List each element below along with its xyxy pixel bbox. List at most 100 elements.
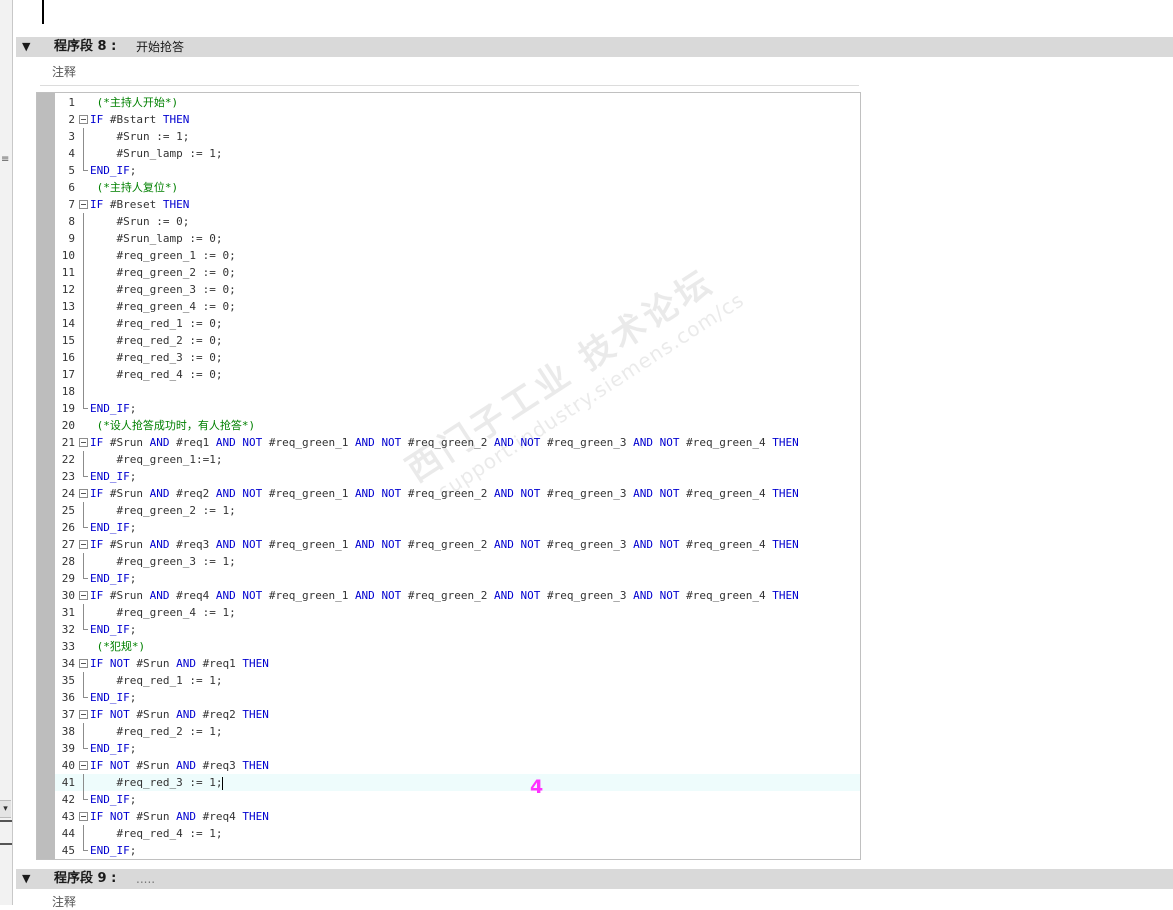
fold-toggle-icon[interactable] bbox=[79, 200, 88, 209]
code-text: #req_red_3 := 1; bbox=[90, 776, 224, 790]
scl-code-editor[interactable]: 1 (*主持人开始*) 2 IF #Bstart THEN 3 #Srun := 1;… bbox=[36, 92, 861, 860]
code-text: (*主持人复位*) bbox=[90, 181, 179, 194]
code-line[interactable]: 38 #req_red_2 := 1; bbox=[55, 723, 860, 740]
code-line[interactable]: 19 END_IF; bbox=[55, 400, 860, 417]
code-line[interactable]: 17 #req_red_4 := 0; bbox=[55, 366, 860, 383]
line-number: 3 bbox=[68, 130, 75, 143]
code-line[interactable]: 22 #req_green_1:=1; bbox=[55, 451, 860, 468]
line-number: 22 bbox=[61, 453, 75, 466]
code-line[interactable]: 8 #Srun := 0; bbox=[55, 213, 860, 230]
fold-toggle-icon[interactable] bbox=[79, 761, 88, 770]
grip-icon[interactable]: ≡ bbox=[1, 155, 10, 172]
fold-guide bbox=[83, 213, 84, 230]
code-line[interactable]: 3 #Srun := 1; bbox=[55, 128, 860, 145]
code-line[interactable]: 27 IF #Srun AND #req3 AND NOT #req_green_… bbox=[55, 536, 860, 553]
network-name[interactable]: 开始抢答 bbox=[136, 37, 184, 57]
code-line[interactable]: 42 END_IF; bbox=[55, 791, 860, 808]
network-comment[interactable]: 注释 bbox=[52, 63, 76, 80]
line-number: 25 bbox=[61, 504, 75, 517]
fold-guide bbox=[83, 774, 84, 791]
code-line[interactable]: 29 END_IF; bbox=[55, 570, 860, 587]
code-text: #req_green_1:=1; bbox=[90, 453, 223, 466]
code-line[interactable]: 39 END_IF; bbox=[55, 740, 860, 757]
code-line[interactable]: 35 #req_red_1 := 1; bbox=[55, 672, 860, 689]
code-line[interactable]: 45 END_IF; bbox=[55, 842, 860, 859]
code-line[interactable]: 18 bbox=[55, 383, 860, 400]
code-line[interactable]: 44 #req_red_4 := 1; bbox=[55, 825, 860, 842]
code-line[interactable]: 12 #req_green_3 := 0; bbox=[55, 281, 860, 298]
code-line[interactable]: 9 #Srun_lamp := 0; bbox=[55, 230, 860, 247]
code-line[interactable]: 28 #req_green_3 := 1; bbox=[55, 553, 860, 570]
network-name[interactable]: ..... bbox=[136, 869, 155, 889]
line-number: 42 bbox=[61, 793, 75, 806]
fold-guide-end bbox=[83, 162, 88, 171]
code-text: IF NOT #Srun AND #req2 THEN bbox=[90, 708, 269, 721]
code-text: #req_green_1 := 0; bbox=[90, 249, 236, 262]
code-line[interactable]: 30 IF #Srun AND #req4 AND NOT #req_green_… bbox=[55, 587, 860, 604]
line-number: 45 bbox=[61, 844, 75, 857]
code-line[interactable]: 41 #req_red_3 := 1; bbox=[55, 774, 860, 791]
collapse-triangle-icon[interactable]: ▼ bbox=[22, 869, 34, 889]
line-number: 44 bbox=[61, 827, 75, 840]
line-number: 26 bbox=[61, 521, 75, 534]
code-line[interactable]: 26 END_IF; bbox=[55, 519, 860, 536]
code-line[interactable]: 13 #req_green_4 := 0; bbox=[55, 298, 860, 315]
fold-guide bbox=[83, 281, 84, 298]
fold-guide-end bbox=[83, 621, 88, 630]
line-number: 33 bbox=[61, 640, 75, 653]
line-number: 32 bbox=[61, 623, 75, 636]
line-number: 30 bbox=[61, 589, 75, 602]
code-line[interactable]: 23 END_IF; bbox=[55, 468, 860, 485]
network-header-8[interactable]: ▼ 程序段 8 : 开始抢答 bbox=[16, 37, 1173, 57]
code-line[interactable]: 31 #req_green_4 := 1; bbox=[55, 604, 860, 621]
fold-toggle-icon[interactable] bbox=[79, 710, 88, 719]
divider bbox=[40, 85, 859, 86]
code-text: END_IF; bbox=[90, 742, 137, 755]
code-line[interactable]: 7 IF #Breset THEN bbox=[55, 196, 860, 213]
fold-toggle-icon[interactable] bbox=[79, 659, 88, 668]
code-line[interactable]: 5 END_IF; bbox=[55, 162, 860, 179]
fold-toggle-icon[interactable] bbox=[79, 591, 88, 600]
code-line[interactable]: 6 (*主持人复位*) bbox=[55, 179, 860, 196]
code-line[interactable]: 2 IF #Bstart THEN bbox=[55, 111, 860, 128]
code-line[interactable]: 11 #req_green_2 := 0; bbox=[55, 264, 860, 281]
code-line[interactable]: 10 #req_green_1 := 0; bbox=[55, 247, 860, 264]
line-number: 12 bbox=[61, 283, 75, 296]
line-number: 8 bbox=[68, 215, 75, 228]
code-line[interactable]: 32 END_IF; bbox=[55, 621, 860, 638]
scroll-down-icon[interactable]: ▾ bbox=[0, 800, 11, 818]
left-scrollbar[interactable]: ≡ ▾ bbox=[0, 0, 13, 905]
code-line[interactable]: 1 (*主持人开始*) bbox=[55, 94, 860, 111]
code-line[interactable]: 21 IF #Srun AND #req1 AND NOT #req_green_… bbox=[55, 434, 860, 451]
code-line[interactable]: 4 #Srun_lamp := 1; bbox=[55, 145, 860, 162]
code-line[interactable]: 24 IF #Srun AND #req2 AND NOT #req_green_… bbox=[55, 485, 860, 502]
code-line[interactable]: 16 #req_red_3 := 0; bbox=[55, 349, 860, 366]
line-number: 43 bbox=[61, 810, 75, 823]
fold-toggle-icon[interactable] bbox=[79, 489, 88, 498]
code-line[interactable]: 40 IF NOT #Srun AND #req3 THEN bbox=[55, 757, 860, 774]
code-text: IF NOT #Srun AND #req4 THEN bbox=[90, 810, 269, 823]
code-line[interactable]: 43 IF NOT #Srun AND #req4 THEN bbox=[55, 808, 860, 825]
code-line[interactable]: 15 #req_red_2 := 0; bbox=[55, 332, 860, 349]
code-text: (*犯规*) bbox=[90, 640, 146, 653]
code-line[interactable]: 20 (*设人抢答成功时，有人抢答*) bbox=[55, 417, 860, 434]
fold-toggle-icon[interactable] bbox=[79, 812, 88, 821]
fold-toggle-icon[interactable] bbox=[79, 115, 88, 124]
line-number: 16 bbox=[61, 351, 75, 364]
code-line[interactable]: 34 IF NOT #Srun AND #req1 THEN bbox=[55, 655, 860, 672]
collapse-triangle-icon[interactable]: ▼ bbox=[22, 37, 34, 57]
network-header-9[interactable]: ▼ 程序段 9 : ..... bbox=[16, 869, 1173, 889]
divider bbox=[0, 843, 12, 845]
fold-guide-end bbox=[83, 468, 88, 477]
line-number: 1 bbox=[68, 96, 75, 109]
code-line[interactable]: 37 IF NOT #Srun AND #req2 THEN bbox=[55, 706, 860, 723]
code-line[interactable]: 36 END_IF; bbox=[55, 689, 860, 706]
code-line[interactable]: 14 #req_red_1 := 0; bbox=[55, 315, 860, 332]
network-comment[interactable]: 注释 bbox=[52, 893, 76, 910]
code-line[interactable]: 33 (*犯规*) bbox=[55, 638, 860, 655]
fold-toggle-icon[interactable] bbox=[79, 540, 88, 549]
code-line[interactable]: 25 #req_green_2 := 1; bbox=[55, 502, 860, 519]
fold-toggle-icon[interactable] bbox=[79, 438, 88, 447]
line-number: 39 bbox=[61, 742, 75, 755]
line-number: 37 bbox=[61, 708, 75, 721]
